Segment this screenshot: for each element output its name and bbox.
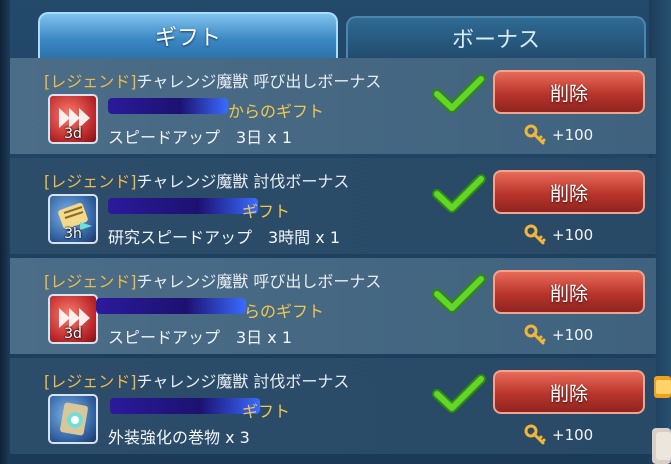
gift-title-text: チャレンジ魔獣 呼び出しボーナス	[136, 272, 382, 291]
check-icon	[432, 374, 486, 413]
gift-title-text: チャレンジ魔獣 呼び出しボーナス	[136, 72, 382, 91]
gift-item: スピードアップ 3日 x 1	[108, 328, 293, 347]
list-item: [レジェンド]チャレンジ魔獣 呼び出しボーナス 3d らのギフト スピードアップ…	[10, 258, 656, 354]
chest-icon[interactable]	[650, 370, 671, 464]
key-icon	[524, 224, 546, 245]
tab-gift[interactable]: ギフト	[38, 12, 338, 58]
legend-tag: [レジェンド]	[44, 72, 137, 91]
gift-sender: ギフト	[242, 202, 291, 221]
gift-sender: らのギフト	[244, 302, 325, 321]
research-scroll-icon[interactable]: 3h	[48, 194, 98, 244]
gift-item: スピードアップ 3日 x 1	[108, 128, 293, 147]
gift-sender: からのギフト	[228, 102, 325, 121]
list-item: [レジェンド]チャレンジ魔獣 呼び出しボーナス 3d からのギフト スピードアッ…	[10, 58, 656, 154]
reward-amount: +100	[552, 326, 594, 344]
item-duration-badge: 3d	[64, 326, 82, 342]
check-icon	[432, 74, 486, 113]
gift-title: [レジェンド]チャレンジ魔獣 討伐ボーナス	[44, 368, 349, 392]
delete-button[interactable]: 削除	[493, 370, 645, 414]
redacted-sender-name	[108, 198, 258, 214]
list-item: [レジェンド]チャレンジ魔獣 討伐ボーナス ギフト 外装強化の巻物 x 3 削除	[10, 358, 656, 454]
legend-tag: [レジェンド]	[44, 172, 137, 191]
gift-list: [レジェンド]チャレンジ魔獣 呼び出しボーナス 3d からのギフト スピードアッ…	[10, 58, 656, 464]
speedup-icon[interactable]: 3d	[48, 94, 98, 144]
check-icon	[432, 274, 486, 313]
delete-button[interactable]: 削除	[493, 70, 645, 114]
reward-amount: +100	[552, 226, 594, 244]
redacted-sender-name	[108, 98, 228, 114]
delete-button[interactable]: 削除	[493, 170, 645, 214]
legend-tag: [レジェンド]	[44, 372, 137, 391]
speedup-icon[interactable]: 3d	[48, 294, 98, 344]
reward: +100	[524, 324, 593, 346]
reward: +100	[524, 424, 593, 446]
legend-tag: [レジェンド]	[44, 272, 137, 291]
skin-scroll-icon[interactable]	[48, 394, 98, 444]
gift-item: 研究スピードアップ 3時間 x 1	[108, 228, 341, 247]
gift-title: [レジェンド]チャレンジ魔獣 呼び出しボーナス	[44, 268, 381, 292]
reward: +100	[524, 224, 593, 246]
key-icon	[524, 324, 546, 345]
redacted-sender-name	[96, 298, 246, 314]
key-icon	[524, 424, 546, 445]
gift-item: 外装強化の巻物 x 3	[108, 428, 250, 447]
check-icon	[432, 174, 486, 213]
list-item: [レジェンド]チャレンジ魔獣 討伐ボーナス 3h ギフト 研究スピードアップ 3…	[10, 158, 656, 254]
key-icon	[524, 124, 546, 145]
reward-amount: +100	[552, 426, 594, 444]
gift-title: [レジェンド]チャレンジ魔獣 討伐ボーナス	[44, 168, 349, 192]
delete-button[interactable]: 削除	[493, 270, 645, 314]
gift-title-text: チャレンジ魔獣 討伐ボーナス	[136, 372, 350, 391]
gift-title-text: チャレンジ魔獣 討伐ボーナス	[136, 172, 350, 191]
panel-left-border	[0, 0, 10, 464]
reward: +100	[524, 124, 593, 146]
gift-panel: ギフト ボーナス [レジェンド]チャレンジ魔獣 呼び出しボーナス 3d からのギ…	[0, 0, 671, 464]
gift-sender: ギフト	[242, 402, 291, 421]
gift-title: [レジェンド]チャレンジ魔獣 呼び出しボーナス	[44, 68, 381, 92]
item-duration-badge: 3h	[64, 226, 82, 242]
tab-bonus[interactable]: ボーナス	[346, 16, 646, 58]
reward-amount: +100	[552, 126, 594, 144]
redacted-sender-name	[110, 398, 260, 414]
item-duration-badge: 3d	[64, 126, 82, 142]
